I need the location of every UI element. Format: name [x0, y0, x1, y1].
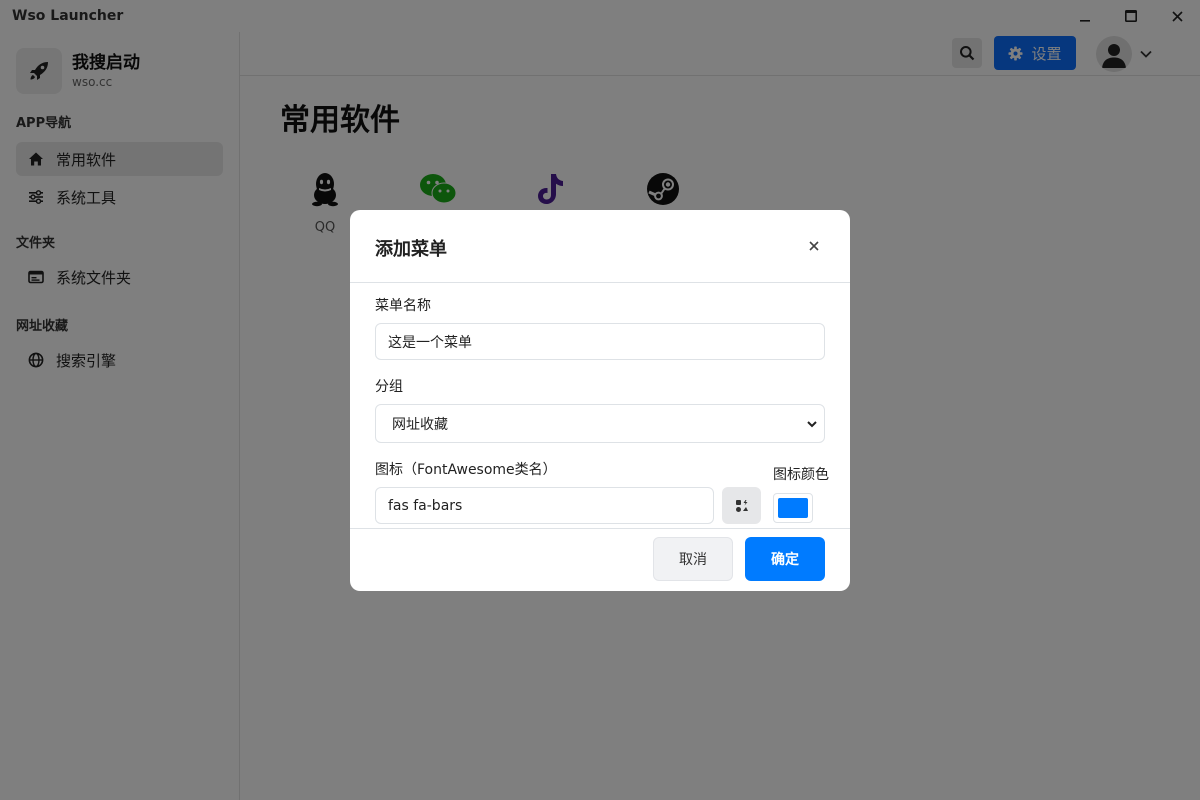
modal-header: 添加菜单	[350, 210, 850, 283]
group-select[interactable]: 网址收藏	[375, 404, 825, 443]
add-menu-dialog: 添加菜单 菜单名称 分组 网址收藏 图标（FontAwesome类名） 图标颜色	[350, 210, 850, 591]
close-dialog-button[interactable]	[805, 237, 823, 255]
icon-class-label: 图标（FontAwesome类名）	[375, 462, 557, 478]
chevron-down-icon	[806, 418, 818, 434]
group-select-value: 网址收藏	[392, 416, 448, 433]
icon-class-input[interactable]	[375, 487, 714, 524]
confirm-button[interactable]: 确定	[745, 537, 825, 581]
icon-color-picker[interactable]	[773, 493, 813, 523]
color-swatch-fill	[778, 498, 808, 518]
menu-name-input[interactable]	[375, 323, 825, 360]
menu-name-label: 菜单名称	[375, 298, 431, 314]
icon-color-label: 图标颜色	[773, 467, 829, 483]
close-icon	[809, 241, 819, 251]
group-label: 分组	[375, 379, 403, 395]
modal-footer: 取消 确定	[350, 528, 850, 591]
cancel-button[interactable]: 取消	[653, 537, 733, 581]
icon-picker-button[interactable]	[722, 487, 761, 524]
modal-title: 添加菜单	[375, 239, 447, 260]
modal-body: 菜单名称 分组 网址收藏 图标（FontAwesome类名） 图标颜色	[350, 283, 850, 527]
icons-icon	[735, 499, 748, 512]
